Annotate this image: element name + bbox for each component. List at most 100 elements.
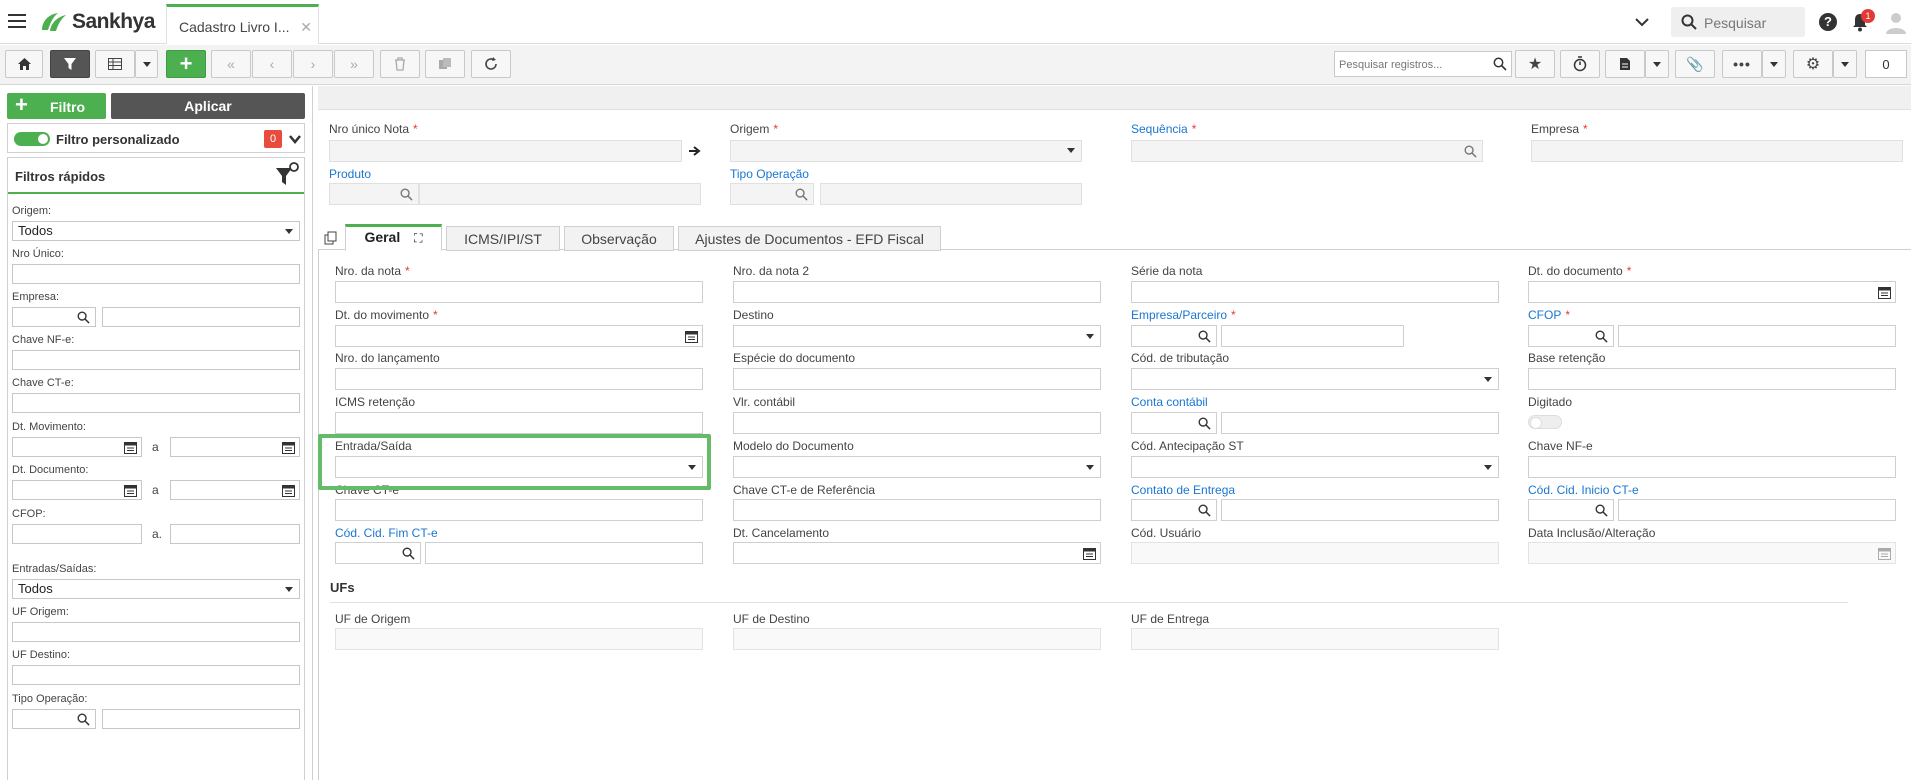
tipo-operacao-name-input[interactable] [820,183,1082,205]
arrow-right-icon[interactable] [689,146,701,156]
expand-icon[interactable]: ⛶ [414,231,422,245]
timer-button[interactable] [1560,50,1600,78]
filter-tipo-operacao-code-input[interactable] [12,709,96,729]
filter-settings-icon[interactable] [274,162,300,188]
calendar-icon[interactable] [124,484,137,497]
search-icon[interactable] [1493,57,1507,71]
next-record-button[interactable]: › [293,50,333,78]
tab-ajustes-documentos[interactable]: Ajustes de Documentos - EFD Fiscal [678,226,941,251]
search-icon[interactable] [402,547,415,560]
filter-dt-documento-end-input[interactable] [170,480,300,500]
filter-tipo-operacao-name-input[interactable] [102,709,300,729]
settings-button[interactable]: ⚙ [1793,50,1833,78]
chave-cte-ref-input[interactable] [733,499,1101,521]
filter-chave-nfe-input[interactable] [12,350,300,370]
close-icon[interactable]: ✕ [300,19,312,36]
filter-chave-cte-input[interactable] [12,393,300,413]
search-icon[interactable] [77,311,90,324]
filter-button[interactable] [50,50,90,78]
refresh-button[interactable] [471,50,511,78]
base-retencao-input[interactable] [1528,368,1896,390]
destino-select[interactable] [733,325,1101,347]
sequencia-input[interactable] [1131,140,1483,162]
filter-origem-select[interactable]: Todos [12,221,300,241]
calendar-icon[interactable] [282,484,295,497]
custom-filter-row[interactable]: Filtro personalizado 0 [7,123,305,153]
dt-documento-input[interactable] [1528,281,1896,303]
last-record-button[interactable]: » [334,50,374,78]
search-icon[interactable] [1198,417,1211,430]
filter-uf-origem-input[interactable] [12,622,300,642]
icms-retencao-input[interactable] [335,412,703,434]
tab-observacao[interactable]: Observação [564,226,674,251]
serie-nota-input[interactable] [1131,281,1499,303]
filter-uf-destino-input[interactable] [12,665,300,685]
favorites-button[interactable]: ★ [1515,50,1555,78]
empresa-parceiro-code-input[interactable] [1131,325,1217,347]
filter-dt-documento-start-input[interactable] [12,480,142,500]
apply-filter-button[interactable]: Aplicar [111,93,305,119]
filter-entradas-saidas-select[interactable]: Todos [12,579,300,599]
grid-view-dropdown[interactable] [135,50,158,78]
dt-movimento-input[interactable] [335,325,703,347]
tab-geral[interactable]: Geral ⛶ [345,224,442,251]
search-icon[interactable] [1464,145,1477,158]
copy-icon[interactable] [324,231,338,245]
cfop-name-input[interactable] [1618,325,1896,347]
previous-record-button[interactable]: ‹ [252,50,292,78]
nro-unico-nota-input[interactable] [329,140,682,162]
avatar[interactable] [1884,10,1908,34]
search-icon[interactable] [1198,330,1211,343]
cfop-code-input[interactable] [1528,325,1614,347]
cod-cid-fim-cte-code-input[interactable] [335,542,421,564]
filter-dt-movimento-start-input[interactable] [12,437,142,457]
cod-antecipacao-st-select[interactable] [1131,456,1499,478]
record-search-input[interactable]: Pesquisar registros... [1334,51,1512,77]
origem-select[interactable] [730,140,1082,162]
vlr-contabil-input[interactable] [733,412,1101,434]
conta-contabil-name-input[interactable] [1221,412,1499,434]
calendar-icon[interactable] [685,330,698,343]
search-icon[interactable] [1595,504,1608,517]
contato-entrega-name-input[interactable] [1221,499,1499,521]
nro-nota2-input[interactable] [733,281,1101,303]
dt-cancelamento-input[interactable] [733,542,1101,564]
report-button[interactable] [1605,50,1645,78]
app-tab-cadastro[interactable]: Cadastro Livro I... ✕ [166,4,319,44]
filter-empresa-name-input[interactable] [102,307,300,327]
delete-button[interactable] [380,50,420,78]
chevron-down-icon[interactable] [1633,14,1651,30]
report-dropdown[interactable] [1645,50,1669,78]
filter-empresa-code-input[interactable] [12,307,96,327]
calendar-icon[interactable] [1083,547,1096,560]
chave-nfe-input[interactable] [1528,456,1896,478]
add-filter-button[interactable]: + Filtro [7,93,106,119]
attachment-button[interactable]: 📎 [1675,50,1715,78]
cod-cid-inicio-cte-code-input[interactable] [1528,499,1614,521]
modelo-documento-select[interactable] [733,456,1101,478]
search-icon[interactable] [400,188,413,201]
calendar-icon[interactable] [282,441,295,454]
chave-cte-input[interactable] [335,499,703,521]
digitado-toggle[interactable] [1528,415,1562,429]
more-actions-button[interactable]: ••• [1722,50,1762,78]
filter-cfop-start-input[interactable] [12,524,142,544]
cod-tributacao-select[interactable] [1131,368,1499,390]
contato-entrega-code-input[interactable] [1131,499,1217,521]
especie-documento-input[interactable] [733,368,1101,390]
search-icon[interactable] [77,713,90,726]
filter-nro-unico-input[interactable] [12,264,300,284]
produto-name-input[interactable] [419,183,701,205]
settings-dropdown[interactable] [1833,50,1857,78]
empresa-parceiro-name-input[interactable] [1221,325,1404,347]
more-actions-dropdown[interactable] [1762,50,1786,78]
nro-lancamento-input[interactable] [335,368,703,390]
tab-icms-ipi-st[interactable]: ICMS/IPI/ST [446,226,560,251]
cod-cid-fim-cte-name-input[interactable] [425,542,703,564]
cod-cid-inicio-cte-name-input[interactable] [1618,499,1896,521]
produto-code-input[interactable] [329,183,419,205]
conta-contabil-code-input[interactable] [1131,412,1217,434]
help-icon[interactable]: ? [1819,13,1837,31]
brand-logo[interactable]: Sankhya [38,10,155,34]
grid-view-button[interactable] [95,50,135,78]
